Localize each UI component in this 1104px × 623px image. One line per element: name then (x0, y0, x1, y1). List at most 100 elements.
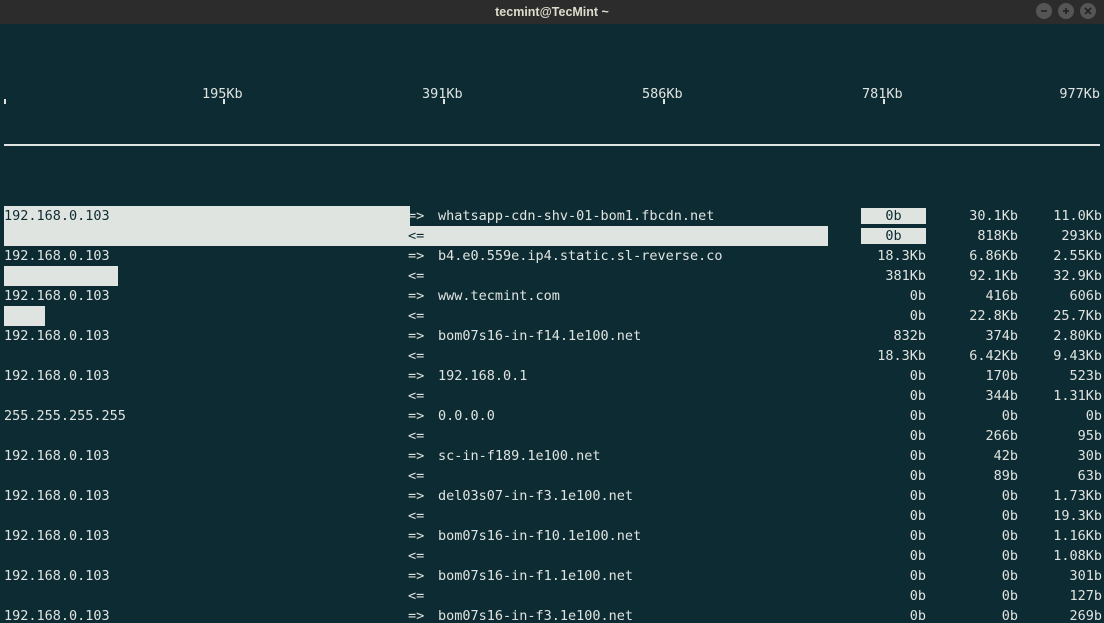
arrow-in-icon: <= (408, 346, 438, 366)
rate-2s: 0b (836, 306, 928, 326)
source-host-rx (4, 386, 408, 406)
rate-40s: 2.55Kb (1020, 246, 1104, 266)
rate-10s: 92.1Kb (928, 266, 1020, 286)
arrow-out-icon: => (408, 566, 438, 586)
arrow-in-icon: <= (408, 586, 438, 606)
rate-10s: 266b (928, 426, 1020, 446)
arrow-in-icon: <= (408, 466, 438, 486)
rate-40s: 11.0Kb (1020, 206, 1104, 226)
rate-40s: 2.80Kb (1020, 326, 1104, 346)
arrow-in-icon: <= (408, 506, 438, 526)
terminal: 195Kb 391Kb 586Kb 781Kb 977Kb 192.168.0.… (0, 24, 1104, 623)
rate-40s: 269b (1020, 606, 1104, 623)
connection-list: 192.168.0.103 =>whatsapp-cdn-shv-01-bom1… (0, 206, 1104, 623)
rate-2s: 0b (836, 286, 928, 306)
rate-40s: 9.43Kb (1020, 346, 1104, 366)
conn-row-tx: 192.168.0.103=>b4.e0.559e.ip4.static.sl-… (0, 246, 1104, 266)
arrow-out-icon: => (408, 606, 438, 623)
maximize-icon[interactable] (1058, 3, 1074, 19)
source-host-rx (4, 426, 408, 446)
rate-10s: 30.1Kb (928, 206, 1020, 226)
source-host-rx (4, 306, 408, 326)
arrow-in-icon: <= (408, 306, 438, 326)
source-host-rx (4, 546, 408, 566)
dest-host: bom07s16-in-f3.1e100.net (438, 606, 836, 623)
arrow-in-icon: <= (408, 226, 438, 246)
conn-row-rx: <=0b344b1.31Kb (0, 386, 1104, 406)
rate-40s: 1.08Kb (1020, 546, 1104, 566)
rate-40s: 30b (1020, 446, 1104, 466)
conn-row-tx: 192.168.0.103=>bom07s16-in-f1.1e100.net0… (0, 566, 1104, 586)
rate-10s: 818Kb (928, 226, 1020, 246)
bandwidth-scale: 195Kb 391Kb 586Kb 781Kb 977Kb (4, 84, 1100, 104)
source-host-rx (4, 506, 408, 526)
arrow-out-icon: => (408, 206, 438, 226)
rate-10s: 0b (928, 586, 1020, 606)
dest-host: www.tecmint.com (438, 286, 836, 306)
arrow-out-icon: => (408, 366, 438, 386)
source-host: 192.168.0.103 (4, 246, 408, 266)
arrow-in-icon: <= (408, 386, 438, 406)
rate-2s: 832b (836, 326, 928, 346)
arrow-in-icon: <= (408, 266, 438, 286)
rate-40s: 25.7Kb (1020, 306, 1104, 326)
rate-10s: 0b (928, 566, 1020, 586)
arrow-out-icon: => (408, 526, 438, 546)
conn-row-tx: 192.168.0.103 =>whatsapp-cdn-shv-01-bom1… (0, 206, 1104, 226)
rate-2s: 0b (836, 546, 928, 566)
arrow-out-icon: => (408, 286, 438, 306)
arrow-in-icon: <= (408, 426, 438, 446)
arrow-in-icon: <= (408, 546, 438, 566)
rate-2s: 0b (836, 606, 928, 623)
source-host: 192.168.0.103 (4, 206, 408, 226)
rate-10s: 22.8Kb (928, 306, 1020, 326)
arrow-out-icon: => (408, 406, 438, 426)
rate-40s: 95b (1020, 426, 1104, 446)
conn-row-tx: 255.255.255.255=>0.0.0.00b0b0b (0, 406, 1104, 426)
dest-host: sc-in-f189.1e100.net (438, 446, 836, 466)
rate-40s: 1.31Kb (1020, 386, 1104, 406)
conn-row-rx: <= 0b22.8Kb25.7Kb (0, 306, 1104, 326)
rate-2s: 0b (836, 406, 928, 426)
rate-40s: 293Kb (1020, 226, 1104, 246)
rate-40s: 1.73Kb (1020, 486, 1104, 506)
rate-10s: 0b (928, 606, 1020, 623)
scale-rule (4, 144, 1100, 146)
rate-40s: 127b (1020, 586, 1104, 606)
rate-10s: 0b (928, 546, 1020, 566)
source-host: 192.168.0.103 (4, 326, 408, 346)
rate-10s: 416b (928, 286, 1020, 306)
rate-40s: 606b (1020, 286, 1104, 306)
arrow-out-icon: => (408, 486, 438, 506)
rate-10s: 42b (928, 446, 1020, 466)
rate-40s: 0b (1020, 406, 1104, 426)
rate-40s: 63b (1020, 466, 1104, 486)
conn-row-tx: 192.168.0.103=>del03s07-in-f3.1e100.net0… (0, 486, 1104, 506)
rate-2s: 0b (836, 386, 928, 406)
conn-row-rx: <=0b0b1.08Kb (0, 546, 1104, 566)
source-host: 192.168.0.103 (4, 286, 408, 306)
conn-row-tx: 192.168.0.103=>bom07s16-in-f10.1e100.net… (0, 526, 1104, 546)
source-host-rx (4, 466, 408, 486)
rate-10s: 6.42Kb (928, 346, 1020, 366)
conn-row-rx: <=0b266b95b (0, 426, 1104, 446)
conn-row-rx: <=18.3Kb6.42Kb9.43Kb (0, 346, 1104, 366)
window-title: tecmint@TecMint ~ (495, 5, 609, 19)
conn-row-rx: <=381Kb92.1Kb32.9Kb (0, 266, 1104, 286)
close-icon[interactable] (1080, 3, 1096, 19)
rate-2s: 0b (836, 446, 928, 466)
dest-host: 192.168.0.1 (438, 366, 836, 386)
source-host-rx (4, 346, 408, 366)
dest-host: b4.e0.559e.ip4.static.sl-reverse.co (438, 246, 836, 266)
rate-2s: 0b (836, 566, 928, 586)
source-host-rx (4, 266, 408, 286)
dest-host: whatsapp-cdn-shv-01-bom1.fbcdn.net (438, 206, 836, 226)
rate-10s: 374b (928, 326, 1020, 346)
conn-row-tx: 192.168.0.103=>www.tecmint.com0b416b606b (0, 286, 1104, 306)
source-host: 255.255.255.255 (4, 406, 408, 426)
rate-2s: 0b (836, 486, 928, 506)
conn-row-rx: <= 0b 818Kb293Kb (0, 226, 1104, 246)
minimize-icon[interactable] (1036, 3, 1052, 19)
rate-40s: 32.9Kb (1020, 266, 1104, 286)
rate-10s: 0b (928, 526, 1020, 546)
